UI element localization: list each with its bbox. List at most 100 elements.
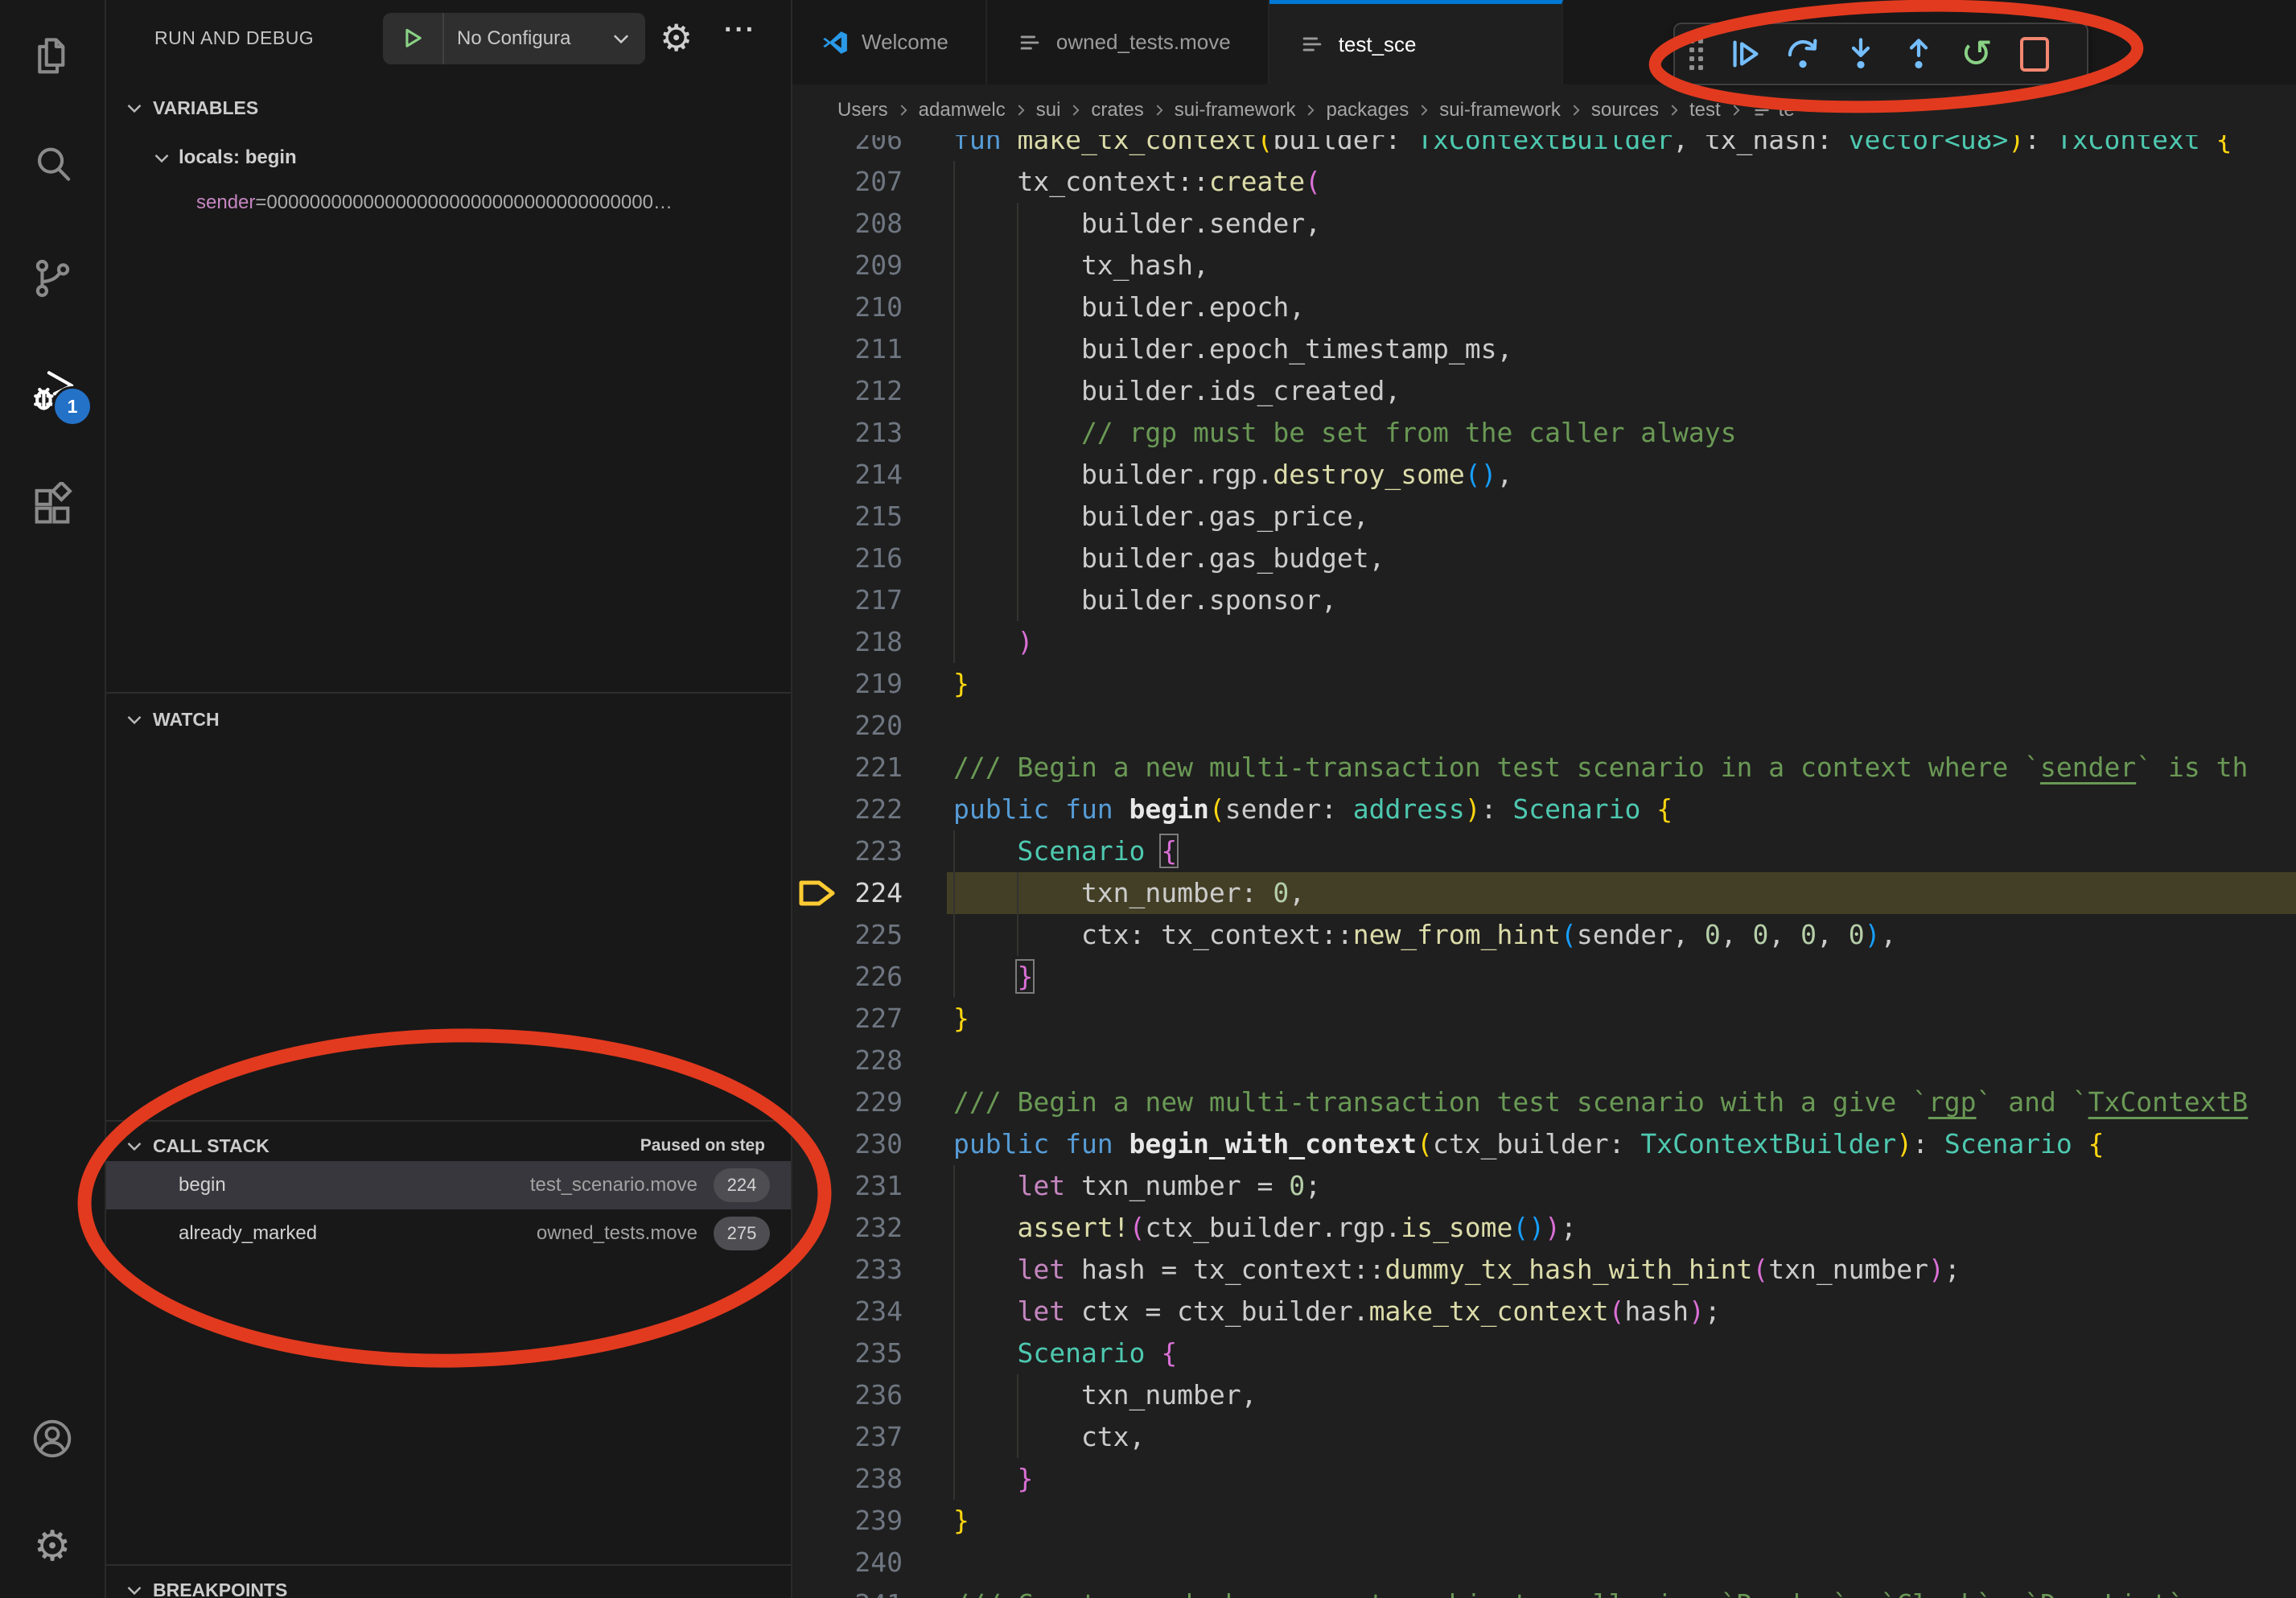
code-token: TxContextB [2088, 1086, 2249, 1118]
chevron-down-icon[interactable] [603, 27, 639, 51]
line-number[interactable]: 226 [791, 956, 903, 998]
line-number[interactable]: 228 [791, 1040, 903, 1081]
line-number[interactable]: 233 [791, 1249, 903, 1291]
line-number[interactable]: 230 [791, 1123, 903, 1165]
breadcrumb-item[interactable]: crates [1091, 99, 1143, 121]
breadcrumb-item[interactable]: sui [1036, 99, 1061, 121]
code-token: : [1912, 1128, 1944, 1159]
code-token: sender, [1577, 919, 1705, 950]
code-text: builder.epoch_timestamp_ms, [953, 328, 1512, 370]
tab-owned-tests-move[interactable]: owned_tests.move [987, 0, 1269, 84]
code-token: sender [2040, 752, 2136, 783]
breadcrumb-file-item[interactable]: te [1751, 99, 1795, 121]
code-line: 236 txn_number, [791, 1374, 2296, 1416]
breadcrumb-item[interactable]: adamwelc [919, 99, 1006, 121]
debug-stop-button[interactable] [2014, 30, 2055, 78]
code-token: ; [1944, 1254, 1961, 1285]
account-icon[interactable] [27, 1413, 78, 1464]
search-icon[interactable] [27, 138, 78, 190]
more-actions-icon[interactable]: ··· [724, 14, 756, 46]
line-number[interactable]: 218 [791, 621, 903, 663]
chevron-right-icon [1302, 101, 1319, 119]
line-number[interactable]: 208 [791, 203, 903, 245]
frame-line-badge: 224 [714, 1168, 770, 1202]
start-debug-button[interactable] [383, 13, 444, 64]
line-number[interactable]: 234 [791, 1291, 903, 1332]
line-number[interactable]: 210 [791, 286, 903, 328]
line-number[interactable]: 211 [791, 328, 903, 370]
line-number[interactable]: 221 [791, 747, 903, 789]
code-token: ( [1209, 793, 1225, 825]
call-stack-frame[interactable]: begintest_scenario.move224 [106, 1161, 791, 1209]
breadcrumb-item[interactable]: sui-framework [1439, 99, 1561, 121]
breadcrumb-item[interactable]: sui-framework [1175, 99, 1296, 121]
debug-step-into-button[interactable] [1840, 30, 1882, 78]
line-number[interactable]: 231 [791, 1165, 903, 1207]
debug-continue-button[interactable] [1724, 30, 1766, 78]
code-text: tx_context::create( [953, 161, 1321, 203]
breadcrumb-item[interactable]: test [1689, 99, 1721, 121]
locals-scope-row[interactable]: locals: begin [106, 137, 791, 179]
line-number[interactable]: 212 [791, 370, 903, 412]
breadcrumb-item[interactable]: sources [1591, 99, 1659, 121]
watch-section-header[interactable]: WATCH [106, 698, 791, 740]
line-number[interactable]: 223 [791, 830, 903, 872]
code-line: 218 ) [791, 621, 2296, 663]
code-text: builder.gas_price, [953, 496, 1369, 537]
code-text: public fun begin(sender: address): Scena… [953, 789, 1673, 830]
debug-settings-gear-icon[interactable]: ⚙ [660, 16, 693, 60]
line-number[interactable]: 215 [791, 496, 903, 537]
code-token: { [2088, 1128, 2105, 1159]
code-token: txn_number = [1065, 1170, 1289, 1201]
run-and-debug-icon[interactable]: 1 [27, 365, 78, 417]
settings-gear-icon[interactable]: ⚙ [27, 1521, 78, 1572]
code-line: 231 let txn_number = 0; [791, 1165, 2296, 1207]
code-token: } [953, 1003, 969, 1034]
code-text: txn_number: 0, [953, 872, 1305, 914]
variables-section-header[interactable]: VARIABLES [106, 87, 791, 129]
line-number[interactable]: 236 [791, 1374, 903, 1416]
line-number[interactable]: 207 [791, 161, 903, 203]
toolbar-drag-handle[interactable] [1689, 39, 1703, 70]
line-number[interactable]: 209 [791, 245, 903, 286]
breakpoints-section-header[interactable]: BREAKPOINTS [106, 1569, 791, 1598]
debug-restart-button[interactable]: ↺ [1956, 30, 1998, 78]
code-text: tx_hash, [953, 245, 1209, 286]
breadcrumb-item[interactable]: Users [837, 99, 888, 121]
line-number[interactable]: 222 [791, 789, 903, 830]
source-control-icon[interactable] [27, 253, 78, 304]
explorer-icon[interactable] [27, 31, 78, 82]
breadcrumb-item[interactable]: packages [1326, 99, 1409, 121]
code-token: let [1017, 1170, 1065, 1201]
code-token: ; [1705, 1295, 1721, 1327]
variable-row[interactable]: sender = 0000000000000000000000000000000… [196, 182, 786, 224]
line-number[interactable]: 232 [791, 1207, 903, 1249]
tab-test-sce[interactable]: test_sce [1269, 0, 1563, 84]
line-number[interactable]: 241 [791, 1584, 903, 1598]
line-number[interactable]: 235 [791, 1332, 903, 1374]
debug-step-over-button[interactable] [1782, 30, 1824, 78]
call-stack-frame[interactable]: already_markedowned_tests.move275 [106, 1209, 791, 1258]
line-number[interactable]: 219 [791, 663, 903, 705]
chevron-right-icon [895, 101, 912, 119]
line-number[interactable]: 237 [791, 1416, 903, 1458]
extensions-icon[interactable] [27, 480, 78, 531]
line-number[interactable]: 240 [791, 1542, 903, 1584]
line-number[interactable]: 239 [791, 1500, 903, 1542]
debug-toolbar: ↺ [1673, 23, 2088, 85]
line-number[interactable]: 225 [791, 914, 903, 956]
line-number[interactable]: 220 [791, 705, 903, 747]
line-number[interactable]: 213 [791, 412, 903, 454]
line-number[interactable]: 227 [791, 998, 903, 1040]
line-number[interactable]: 238 [791, 1458, 903, 1500]
line-number[interactable]: 216 [791, 537, 903, 579]
code-line: 226 } [791, 956, 2296, 998]
config-dropdown[interactable]: No Configura [444, 27, 603, 50]
line-number[interactable]: 229 [791, 1081, 903, 1123]
tab-welcome[interactable]: Welcome [792, 0, 987, 84]
line-number[interactable]: 217 [791, 579, 903, 621]
code-token: 0 [1849, 919, 1865, 950]
line-number[interactable]: 214 [791, 454, 903, 496]
sidebar-editor-divider[interactable] [791, 0, 792, 1598]
debug-step-out-button[interactable] [1898, 30, 1940, 78]
